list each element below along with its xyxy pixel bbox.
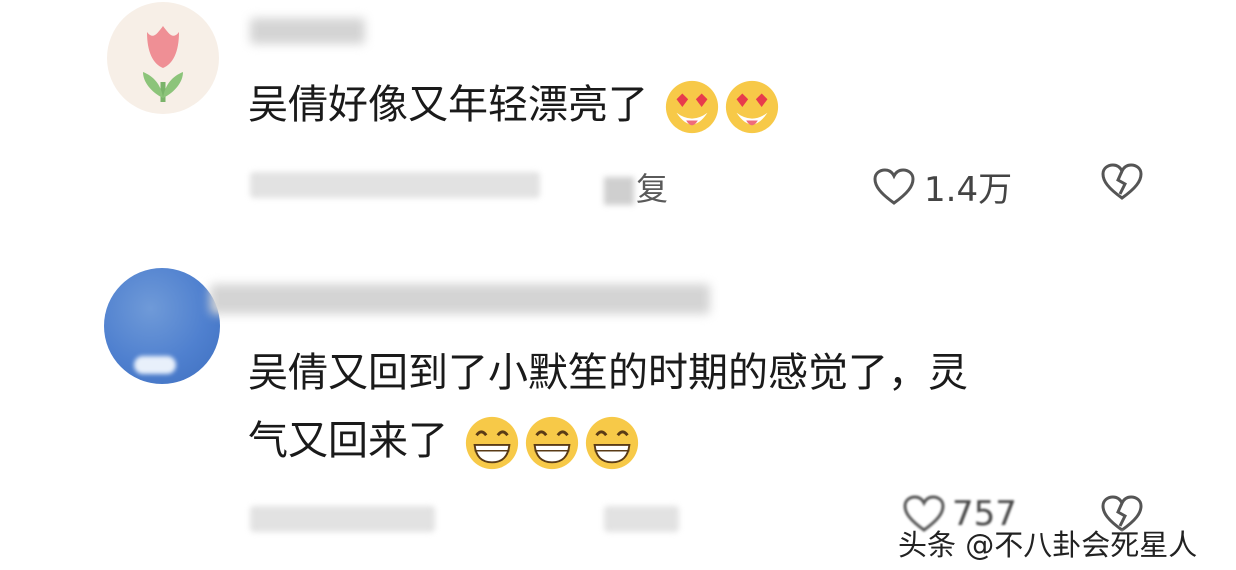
broken-heart-icon — [1100, 162, 1144, 202]
watermark: 头条 @不八卦会死星人 — [898, 528, 1198, 562]
avatar[interactable] — [104, 268, 220, 384]
timestamp-location-blurred — [250, 172, 540, 198]
comment-text-line2: 气又回来了 — [248, 410, 641, 472]
like-count: 1.4万 — [924, 170, 1013, 210]
like-button[interactable]: 1.4万 — [872, 162, 1012, 211]
heart-outline-icon — [872, 167, 916, 207]
avatar[interactable] — [107, 2, 219, 114]
comment-text: 吴倩好像又年轻漂亮了 — [248, 74, 781, 136]
dislike-button[interactable] — [1100, 162, 1144, 202]
tulip-icon — [143, 26, 183, 102]
reply-button[interactable]: 复 — [604, 164, 668, 210]
username-blurred[interactable] — [250, 18, 365, 44]
grin-emoji — [525, 416, 578, 470]
reply-button-blurred[interactable] — [604, 506, 679, 532]
reply-prefix-blurred — [604, 177, 634, 205]
username-blurred[interactable] — [210, 284, 710, 314]
heart-eyes-tongue-emoji — [665, 80, 718, 134]
heart-eyes-tongue-emoji — [725, 80, 778, 134]
timestamp-location-blurred — [250, 506, 435, 532]
comment-text: 吴倩又回到了小默笙的时期的感觉了，灵 — [248, 350, 968, 396]
grin-emoji — [465, 416, 518, 470]
comment-1: 吴倩好像又年轻漂亮了 复 1.4万 — [0, 0, 1236, 250]
grin-emoji — [585, 416, 638, 470]
